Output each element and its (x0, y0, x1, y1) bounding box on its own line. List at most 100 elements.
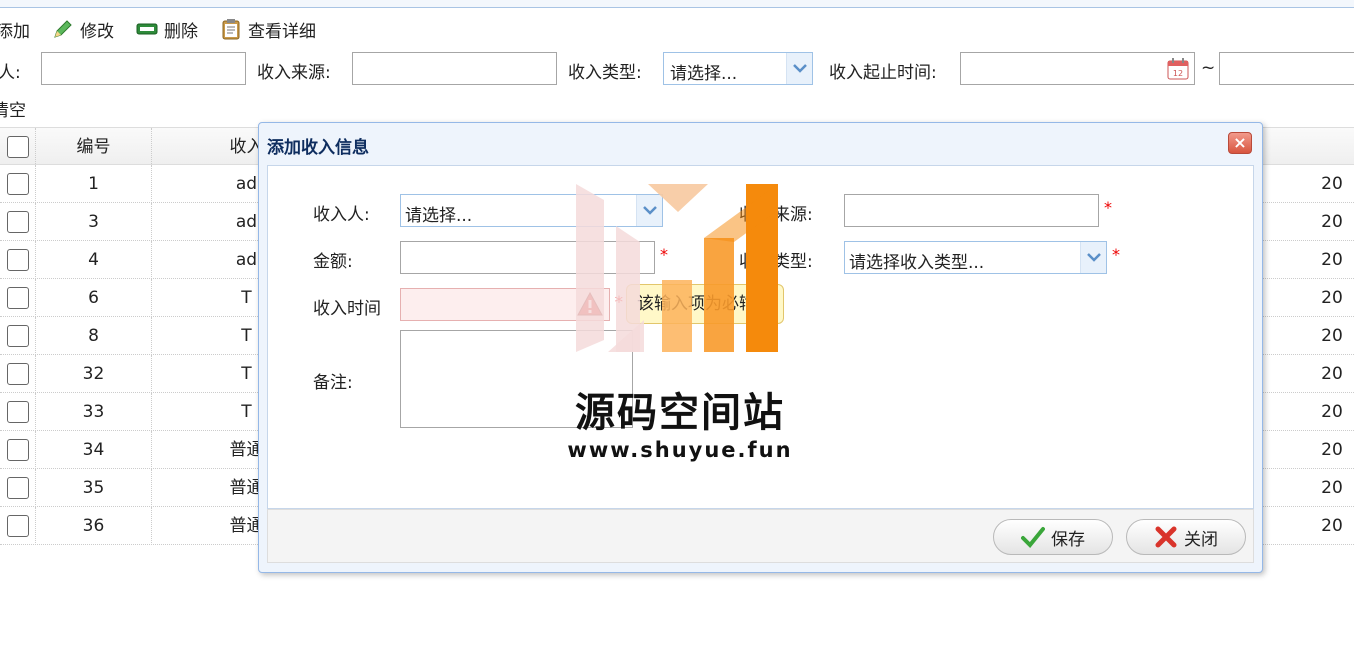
row-checkbox[interactable] (6, 363, 29, 385)
dialog-close-icon[interactable]: × (1228, 132, 1252, 154)
time-filter-label: 收入起止时间: (829, 63, 937, 83)
time-label: 收入时间 (313, 299, 381, 319)
edit-button[interactable]: 修改 (52, 14, 114, 44)
row-checkbox[interactable] (6, 211, 29, 233)
end-date-input[interactable] (1219, 52, 1354, 85)
start-date-input[interactable]: 12 (960, 52, 1195, 85)
required-mark: * (1112, 245, 1120, 264)
required-mark: * (660, 245, 668, 264)
row-checkbox[interactable] (6, 439, 29, 461)
row-id: 8 (36, 317, 152, 355)
person-filter-label: 人: (0, 63, 21, 83)
row-date: 20 (1321, 440, 1343, 460)
source-filter-input[interactable] (352, 52, 557, 85)
dialog-form: 收入人: 请选择... 收入来源: * 金额: * 收入类型: 请选择收入类型.… (267, 165, 1254, 509)
row-date: 20 (1321, 364, 1343, 384)
toolbar: 添加 修改 删除 查看详细 (0, 12, 338, 46)
row-id: 3 (36, 203, 152, 241)
cross-icon (1154, 526, 1178, 548)
chevron-down-icon[interactable] (786, 53, 812, 84)
type-filter-select[interactable]: 请选择... (663, 52, 813, 85)
source-filter-label: 收入来源: (257, 63, 331, 83)
row-checkbox-cell (0, 393, 36, 431)
row-checkbox-cell (0, 165, 36, 203)
add-label: 添加 (0, 21, 30, 42)
chevron-down-icon[interactable] (636, 195, 662, 226)
row-checkbox[interactable] (6, 173, 29, 195)
required-mark: * (1104, 198, 1112, 217)
row-date: 20 (1321, 402, 1343, 422)
row-checkbox[interactable] (6, 477, 29, 499)
save-button[interactable]: 保存 (993, 519, 1113, 555)
type-filter-value: 请选择... (670, 64, 738, 84)
row-id: 32 (36, 355, 152, 393)
amount-input[interactable] (400, 241, 655, 274)
type-select[interactable]: 请选择收入类型... (844, 241, 1107, 274)
source-input[interactable] (844, 194, 1099, 227)
header-checkbox-cell (0, 128, 36, 166)
calendar-icon[interactable]: 12 (1166, 57, 1190, 86)
range-separator: ~ (1201, 58, 1216, 78)
svg-text:12: 12 (1173, 69, 1183, 78)
source-label: 收入来源: (739, 205, 813, 225)
dialog-title: 添加收入信息 (267, 138, 369, 158)
close-button[interactable]: 关闭 (1126, 519, 1246, 555)
row-id: 35 (36, 469, 152, 507)
add-button[interactable]: 添加 (0, 14, 30, 44)
header-last (1302, 128, 1354, 166)
row-checkbox-cell (0, 469, 36, 507)
row-id: 4 (36, 241, 152, 279)
row-checkbox[interactable] (6, 249, 29, 271)
row-date: 20 (1321, 326, 1343, 346)
delete-label: 删除 (164, 21, 198, 42)
pencil-icon (52, 18, 74, 40)
detail-button[interactable]: 查看详细 (220, 14, 316, 44)
note-textarea[interactable] (400, 330, 633, 428)
row-checkbox[interactable] (6, 325, 29, 347)
delete-button[interactable]: 删除 (136, 14, 198, 44)
row-checkbox-cell (0, 355, 36, 393)
row-checkbox[interactable] (6, 401, 29, 423)
row-id: 1 (36, 165, 152, 203)
row-checkbox-cell (0, 241, 36, 279)
row-id: 34 (36, 431, 152, 469)
row-id: 36 (36, 507, 152, 545)
time-input[interactable] (400, 288, 610, 321)
add-income-dialog: 添加收入信息 × 收入人: 请选择... 收入来源: * 金额: * 收入类型:… (258, 122, 1263, 573)
row-checkbox-cell (0, 317, 36, 355)
row-checkbox[interactable] (6, 287, 29, 309)
save-label: 保存 (1051, 529, 1085, 550)
amount-label: 金额: (313, 252, 353, 272)
row-date: 20 (1321, 174, 1343, 194)
dialog-footer: 保存 关闭 (267, 509, 1254, 563)
clear-button[interactable]: 清空 (0, 96, 26, 121)
edit-label: 修改 (80, 21, 114, 42)
row-checkbox-cell (0, 431, 36, 469)
person-label: 收入人: (313, 205, 370, 225)
row-checkbox[interactable] (6, 515, 29, 537)
detail-label: 查看详细 (248, 21, 316, 42)
row-checkbox-cell (0, 507, 36, 545)
chevron-down-icon[interactable] (1080, 242, 1106, 273)
row-checkbox-cell (0, 203, 36, 241)
validation-tooltip: 该输入项为必输项 (626, 284, 784, 324)
minus-icon (136, 18, 158, 40)
checkmark-icon (1021, 526, 1045, 548)
row-date: 20 (1321, 250, 1343, 270)
top-border (0, 0, 1354, 8)
person-select-value: 请选择... (405, 206, 473, 226)
select-all-checkbox[interactable] (6, 136, 29, 158)
row-id: 33 (36, 393, 152, 431)
type-label: 收入类型: (739, 252, 813, 272)
row-date: 20 (1321, 516, 1343, 536)
required-mark: * (615, 292, 623, 311)
warning-icon (577, 291, 603, 321)
person-filter-input[interactable] (41, 52, 246, 85)
person-select[interactable]: 请选择... (400, 194, 663, 227)
header-id[interactable]: 编号 (36, 128, 152, 166)
row-id: 6 (36, 279, 152, 317)
row-date: 20 (1321, 288, 1343, 308)
type-select-value: 请选择收入类型... (849, 253, 985, 273)
row-date: 20 (1321, 212, 1343, 232)
clipboard-icon (220, 18, 242, 40)
